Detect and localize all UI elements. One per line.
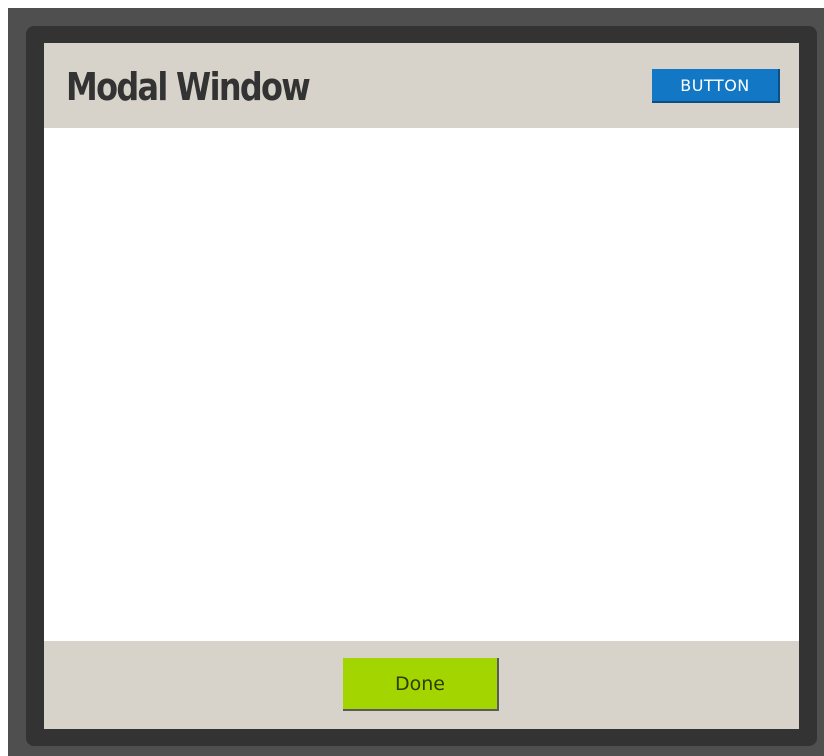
- modal-header: Modal Window BUTTON: [44, 43, 799, 128]
- modal-body: [44, 128, 799, 641]
- modal-footer: Done: [44, 641, 799, 729]
- done-button[interactable]: Done: [343, 658, 499, 711]
- modal-title: Modal Window: [66, 65, 311, 109]
- modal-window: Modal Window BUTTON Done: [44, 43, 799, 729]
- header-action-button[interactable]: BUTTON: [652, 69, 780, 103]
